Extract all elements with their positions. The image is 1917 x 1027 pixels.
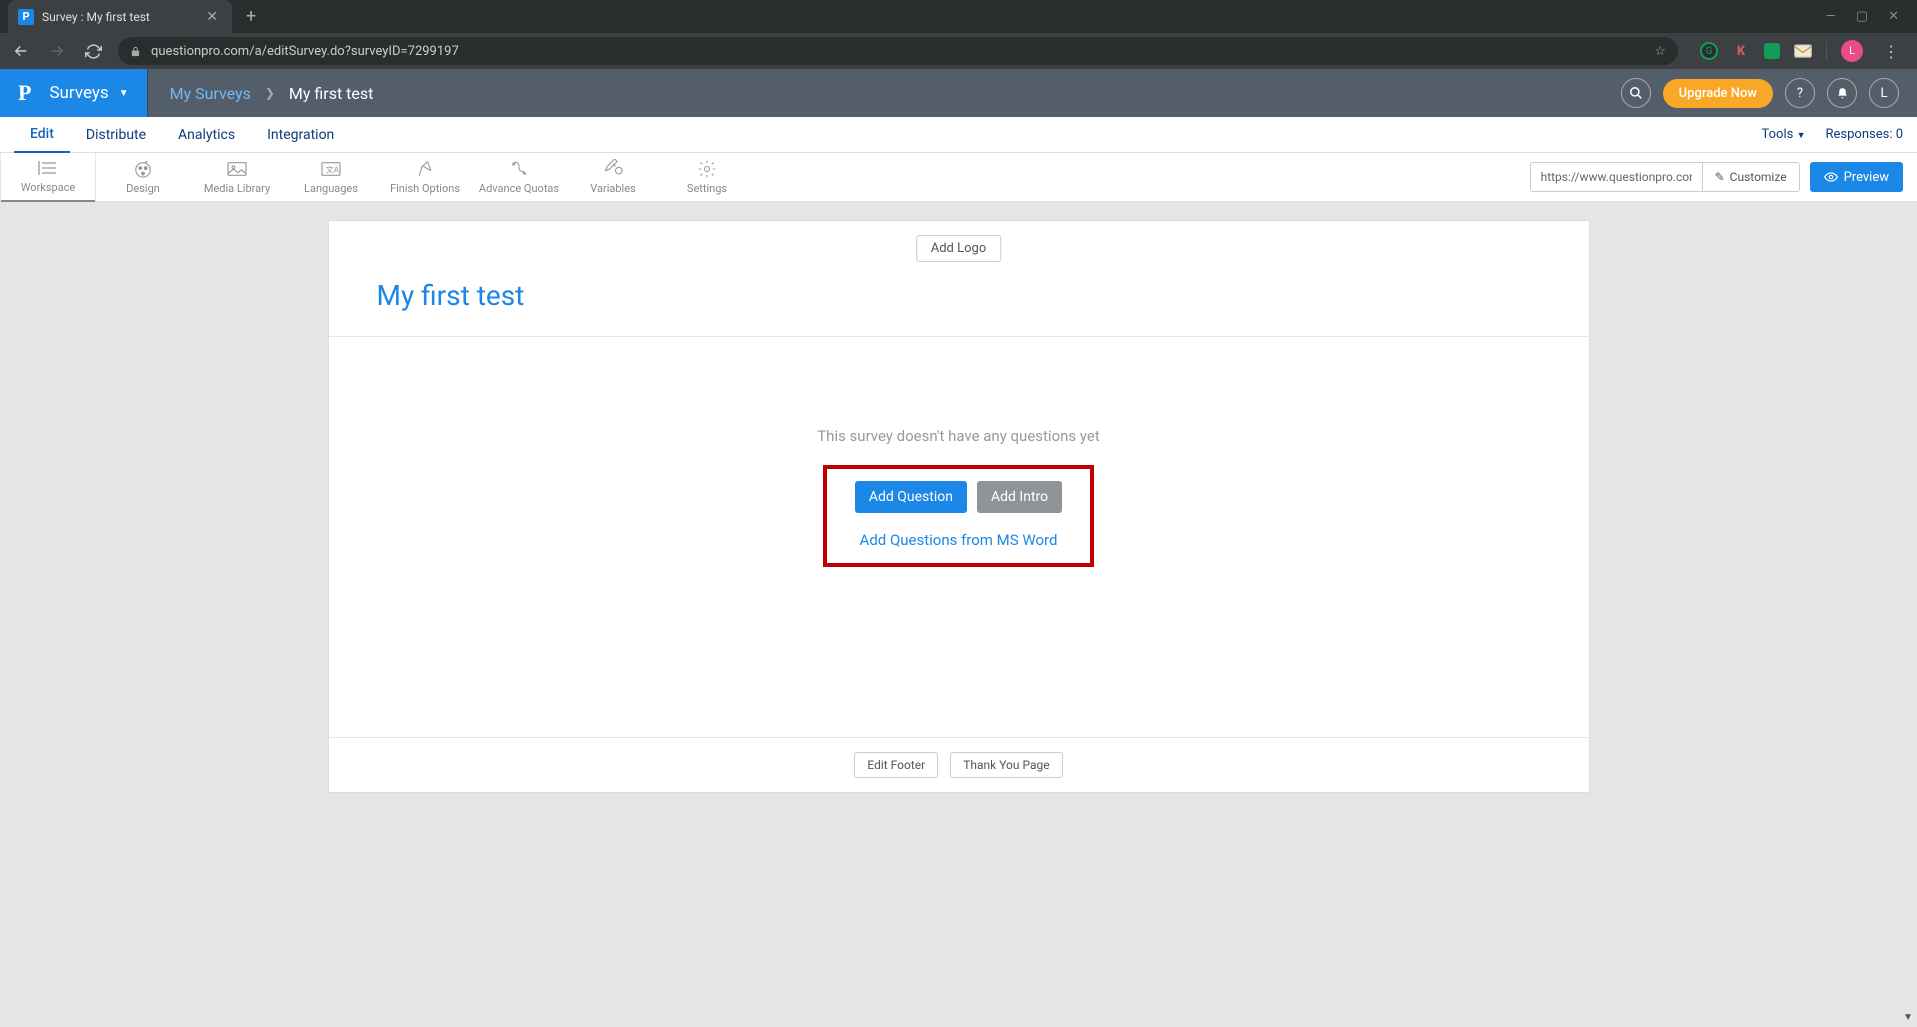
button-row: Add Question Add Intro (855, 481, 1062, 513)
subnav-distribute[interactable]: Distribute (70, 117, 162, 153)
extension-grammarly-icon[interactable]: G (1700, 42, 1718, 60)
url-text: questionpro.com/a/editSurvey.do?surveyID… (151, 44, 459, 59)
back-button[interactable] (10, 42, 32, 60)
notifications-button[interactable] (1827, 78, 1857, 108)
subnav-analytics[interactable]: Analytics (162, 117, 251, 153)
window-controls: — ▢ ✕ (1826, 9, 1917, 24)
svg-text:文A: 文A (326, 165, 340, 175)
logo-icon: P (18, 80, 31, 106)
browser-tab-bar: P Survey : My first test ✕ + — ▢ ✕ (0, 0, 1917, 33)
help-button[interactable]: ? (1785, 78, 1815, 108)
add-question-button[interactable]: Add Question (855, 481, 967, 513)
user-avatar-button[interactable]: L (1869, 78, 1899, 108)
scroll-down-icon[interactable]: ▼ (1903, 1012, 1913, 1023)
profile-avatar[interactable]: L (1841, 40, 1863, 62)
favicon-icon: P (18, 9, 34, 25)
responses-count: Responses: 0 (1826, 127, 1904, 142)
address-bar[interactable]: questionpro.com/a/editSurvey.do?surveyID… (118, 37, 1678, 65)
header-actions: Upgrade Now ? L (1621, 78, 1917, 108)
languages-icon: 文A (320, 159, 342, 179)
variables-icon (603, 159, 623, 179)
browser-tab[interactable]: P Survey : My first test ✕ (8, 0, 232, 33)
survey-header: Add Logo My first test (329, 221, 1589, 337)
empty-state-text: This survey doesn't have any questions y… (817, 427, 1100, 445)
maximize-icon[interactable]: ▢ (1856, 9, 1868, 24)
media-icon (226, 159, 248, 179)
settings-icon (697, 159, 717, 179)
survey-url-input[interactable] (1530, 162, 1702, 192)
customize-button[interactable]: ✎ Customize (1702, 162, 1800, 192)
tool-languages[interactable]: 文A Languages (284, 153, 378, 202)
quotas-icon (509, 159, 529, 179)
chevron-right-icon: ❯ (265, 86, 275, 100)
tool-media-library[interactable]: Media Library (190, 153, 284, 202)
toolbar-right: ✎ Customize Preview (1530, 162, 1917, 192)
tab-title: Survey : My first test (42, 10, 202, 24)
preview-button[interactable]: Preview (1810, 162, 1903, 192)
forward-button[interactable] (46, 42, 68, 60)
survey-title[interactable]: My first test (377, 279, 1541, 312)
finish-icon (415, 159, 435, 179)
minimize-icon[interactable]: — (1826, 9, 1836, 24)
search-button[interactable] (1621, 78, 1651, 108)
surveys-dropdown[interactable]: P Surveys ▼ (0, 69, 147, 117)
pencil-icon: ✎ (1715, 170, 1725, 184)
separator (1826, 42, 1827, 60)
design-icon (132, 159, 154, 179)
caret-down-icon: ▼ (1797, 131, 1806, 141)
eye-icon (1824, 170, 1838, 184)
breadcrumb-current: My first test (289, 84, 373, 103)
tool-advance-quotas[interactable]: Advance Quotas (472, 153, 566, 202)
subnav-edit[interactable]: Edit (14, 117, 70, 153)
survey-footer: Edit Footer Thank You Page (329, 737, 1589, 792)
add-logo-button[interactable]: Add Logo (916, 235, 1002, 262)
thank-you-page-button[interactable]: Thank You Page (950, 752, 1062, 778)
extension-k-icon[interactable]: K (1732, 42, 1750, 60)
workspace-icon (36, 158, 60, 178)
extension-mail-icon[interactable] (1794, 42, 1812, 60)
sub-navigation: Edit Distribute Analytics Integration To… (0, 117, 1917, 153)
editor-toolbar: Workspace Design Media Library 文A Langua… (0, 153, 1917, 202)
survey-card: Add Logo My first test This survey doesn… (328, 220, 1590, 793)
app-header: P Surveys ▼ My Surveys ❯ My first test U… (0, 69, 1917, 117)
tool-variables[interactable]: Variables (566, 153, 660, 202)
subnav-right: Tools ▼ Responses: 0 (1762, 127, 1903, 142)
breadcrumb-my-surveys[interactable]: My Surveys (170, 84, 251, 103)
close-icon[interactable]: ✕ (1888, 9, 1899, 24)
browser-toolbar: questionpro.com/a/editSurvey.do?surveyID… (0, 33, 1917, 69)
canvas-area: Add Logo My first test This survey doesn… (0, 202, 1917, 793)
new-tab-button[interactable]: + (246, 6, 256, 27)
subnav-integration[interactable]: Integration (251, 117, 350, 153)
add-intro-button[interactable]: Add Intro (977, 481, 1062, 513)
lock-icon (130, 46, 141, 57)
bookmark-star-icon[interactable]: ☆ (1654, 44, 1666, 59)
tools-dropdown[interactable]: Tools ▼ (1762, 127, 1806, 142)
extension-green-icon[interactable] (1764, 43, 1780, 59)
surveys-label: Surveys (49, 83, 108, 103)
edit-footer-button[interactable]: Edit Footer (854, 752, 938, 778)
tool-settings[interactable]: Settings (660, 153, 754, 202)
extension-icons: G K L ⋮ (1692, 40, 1907, 62)
tool-workspace[interactable]: Workspace (1, 153, 95, 202)
survey-body: This survey doesn't have any questions y… (329, 337, 1589, 737)
reload-button[interactable] (82, 43, 104, 60)
highlight-annotation: Add Question Add Intro Add Questions fro… (823, 465, 1094, 567)
caret-down-icon: ▼ (119, 88, 129, 99)
tab-close-icon[interactable]: ✕ (202, 9, 222, 25)
tool-design[interactable]: Design (96, 153, 190, 202)
tool-finish-options[interactable]: Finish Options (378, 153, 472, 202)
browser-menu-icon[interactable]: ⋮ (1883, 42, 1899, 61)
upgrade-button[interactable]: Upgrade Now (1663, 79, 1773, 108)
breadcrumb: My Surveys ❯ My first test (148, 84, 396, 103)
add-from-word-link[interactable]: Add Questions from MS Word (860, 531, 1058, 549)
